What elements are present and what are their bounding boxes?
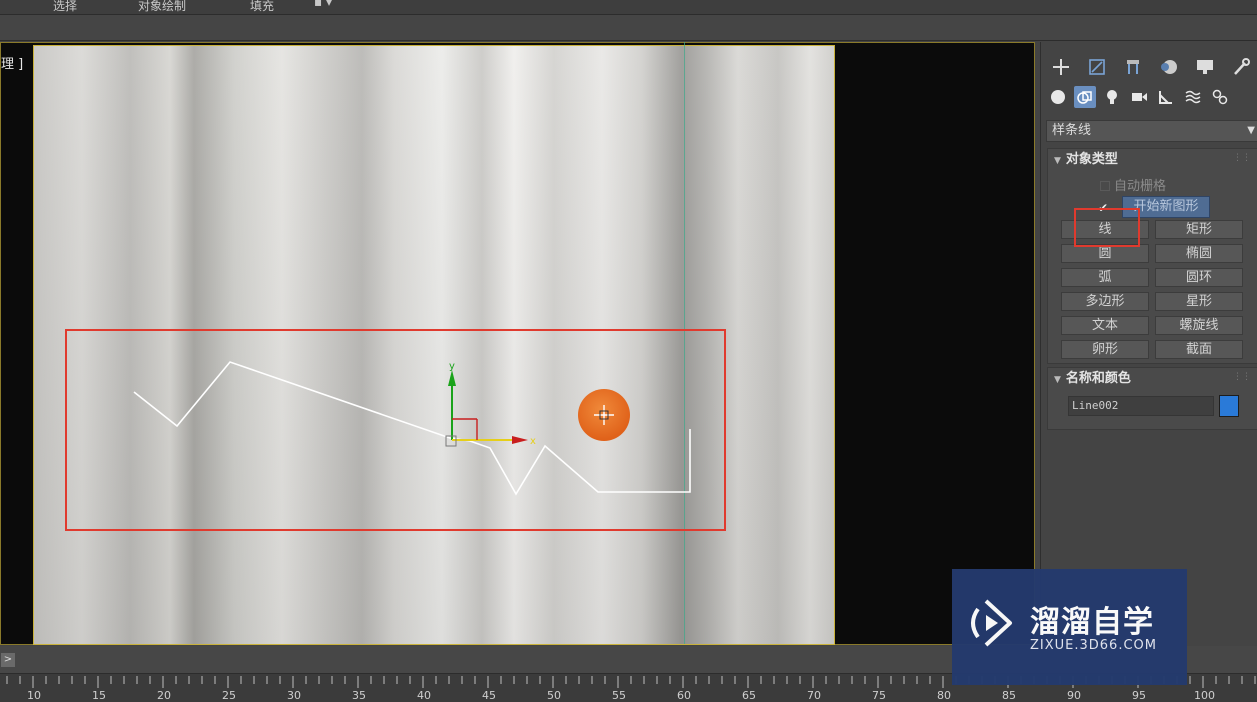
section-button[interactable]: 截面: [1155, 340, 1243, 359]
ruler-label: 25: [222, 689, 236, 702]
object-type-header[interactable]: ▼ 对象类型: [1048, 149, 1257, 171]
star-button[interactable]: 星形: [1155, 292, 1243, 311]
ruler-label: 50: [547, 689, 561, 702]
helpers-icon[interactable]: [1155, 86, 1177, 108]
object-color-swatch[interactable]: [1219, 395, 1239, 417]
crosshair-icon: [594, 405, 614, 425]
collapse-triangle-icon: ▼: [1054, 156, 1061, 166]
create-subcategory-row: [1047, 86, 1231, 110]
annotation-highlight-line-button: [1074, 208, 1140, 247]
donut-button[interactable]: 圆环: [1155, 268, 1243, 287]
ruler-label: 95: [1132, 689, 1146, 702]
ruler-label: 40: [417, 689, 431, 702]
shapes-icon[interactable]: [1074, 86, 1096, 108]
object-type-rollout: ▼ 对象类型 ⋮⋮ 自动栅格 ✔ 开始新图形 线 矩形 圆 椭圆 弧 圆环 多边形…: [1047, 148, 1257, 364]
hierarchy-tab-icon[interactable]: [1119, 54, 1147, 80]
category-dropdown[interactable]: 样条线 ▼: [1046, 120, 1257, 142]
mouse-cursor-indicator: [578, 389, 630, 441]
name-and-color-header[interactable]: ▼ 名称和颜色: [1048, 368, 1257, 390]
ruler-label: 90: [1067, 689, 1081, 702]
rectangle-button[interactable]: 矩形: [1155, 220, 1243, 239]
rollout-grip-icon: ⋮⋮: [1233, 372, 1251, 382]
ruler-label: 55: [612, 689, 626, 702]
ruler-label: 15: [92, 689, 106, 702]
expand-track-button[interactable]: >: [1, 653, 15, 667]
watermark: 溜溜自学 ZIXUE.3D66.COM: [952, 569, 1187, 685]
modify-tab-icon[interactable]: [1083, 54, 1111, 80]
ruler-label: 80: [937, 689, 951, 702]
systems-icon[interactable]: [1209, 86, 1231, 108]
ellipse-button[interactable]: 椭圆: [1155, 244, 1243, 263]
watermark-title: 溜溜自学: [1030, 605, 1154, 640]
ruler-label: 35: [352, 689, 366, 702]
cameras-icon[interactable]: [1128, 86, 1150, 108]
rollout-grip-icon: ⋮⋮: [1233, 153, 1251, 163]
helix-button[interactable]: 螺旋线: [1155, 316, 1243, 335]
ngon-button[interactable]: 多边形: [1061, 292, 1149, 311]
ruler-label: 30: [287, 689, 301, 702]
autogrid-checkbox[interactable]: 自动栅格: [1100, 175, 1166, 194]
utilities-tab-icon[interactable]: [1227, 54, 1255, 80]
lights-icon[interactable]: [1101, 86, 1123, 108]
ruler-label: 100: [1194, 689, 1215, 702]
collapse-triangle-icon: ▼: [1054, 375, 1061, 385]
display-tab-icon[interactable]: [1191, 54, 1219, 80]
ruler-label: 70: [807, 689, 821, 702]
ruler-label: 10: [27, 689, 41, 702]
object-name-field[interactable]: Line002: [1068, 396, 1214, 416]
play-logo-icon: [971, 599, 1012, 647]
watermark-subtitle: ZIXUE.3D66.COM: [1030, 638, 1157, 653]
motion-tab-icon[interactable]: [1155, 54, 1183, 80]
chevron-down-icon: ▼: [1247, 125, 1255, 136]
command-panel-tabs: [1047, 54, 1255, 80]
ruler-label: 65: [742, 689, 756, 702]
ruler-label: 75: [872, 689, 886, 702]
space-warps-icon[interactable]: [1182, 86, 1204, 108]
geometry-icon[interactable]: [1047, 86, 1069, 108]
name-and-color-title: 名称和颜色: [1065, 371, 1131, 386]
category-dropdown-value: 样条线: [1052, 123, 1092, 138]
object-type-title: 对象类型: [1065, 152, 1118, 167]
name-and-color-rollout: ▼ 名称和颜色 ⋮⋮ Line002: [1047, 367, 1257, 430]
text-button[interactable]: 文本: [1061, 316, 1149, 335]
ruler-label: 20: [157, 689, 171, 702]
create-tab-icon[interactable]: [1047, 54, 1075, 80]
annotation-highlight-box: [65, 329, 726, 531]
autogrid-checkbox-box: [1100, 181, 1110, 191]
viewport-overlay: y x: [133, 361, 691, 496]
arc-button[interactable]: 弧: [1061, 268, 1149, 287]
autogrid-label: 自动栅格: [1114, 179, 1167, 194]
ruler-label: 45: [482, 689, 496, 702]
ruler-label: 60: [677, 689, 691, 702]
command-panel: 样条线 ▼ ▼ 对象类型 ⋮⋮ 自动栅格 ✔ 开始新图形 线 矩形 圆 椭圆 弧 …: [1040, 42, 1257, 646]
ruler-label: 85: [1002, 689, 1016, 702]
egg-button[interactable]: 卵形: [1061, 340, 1149, 359]
